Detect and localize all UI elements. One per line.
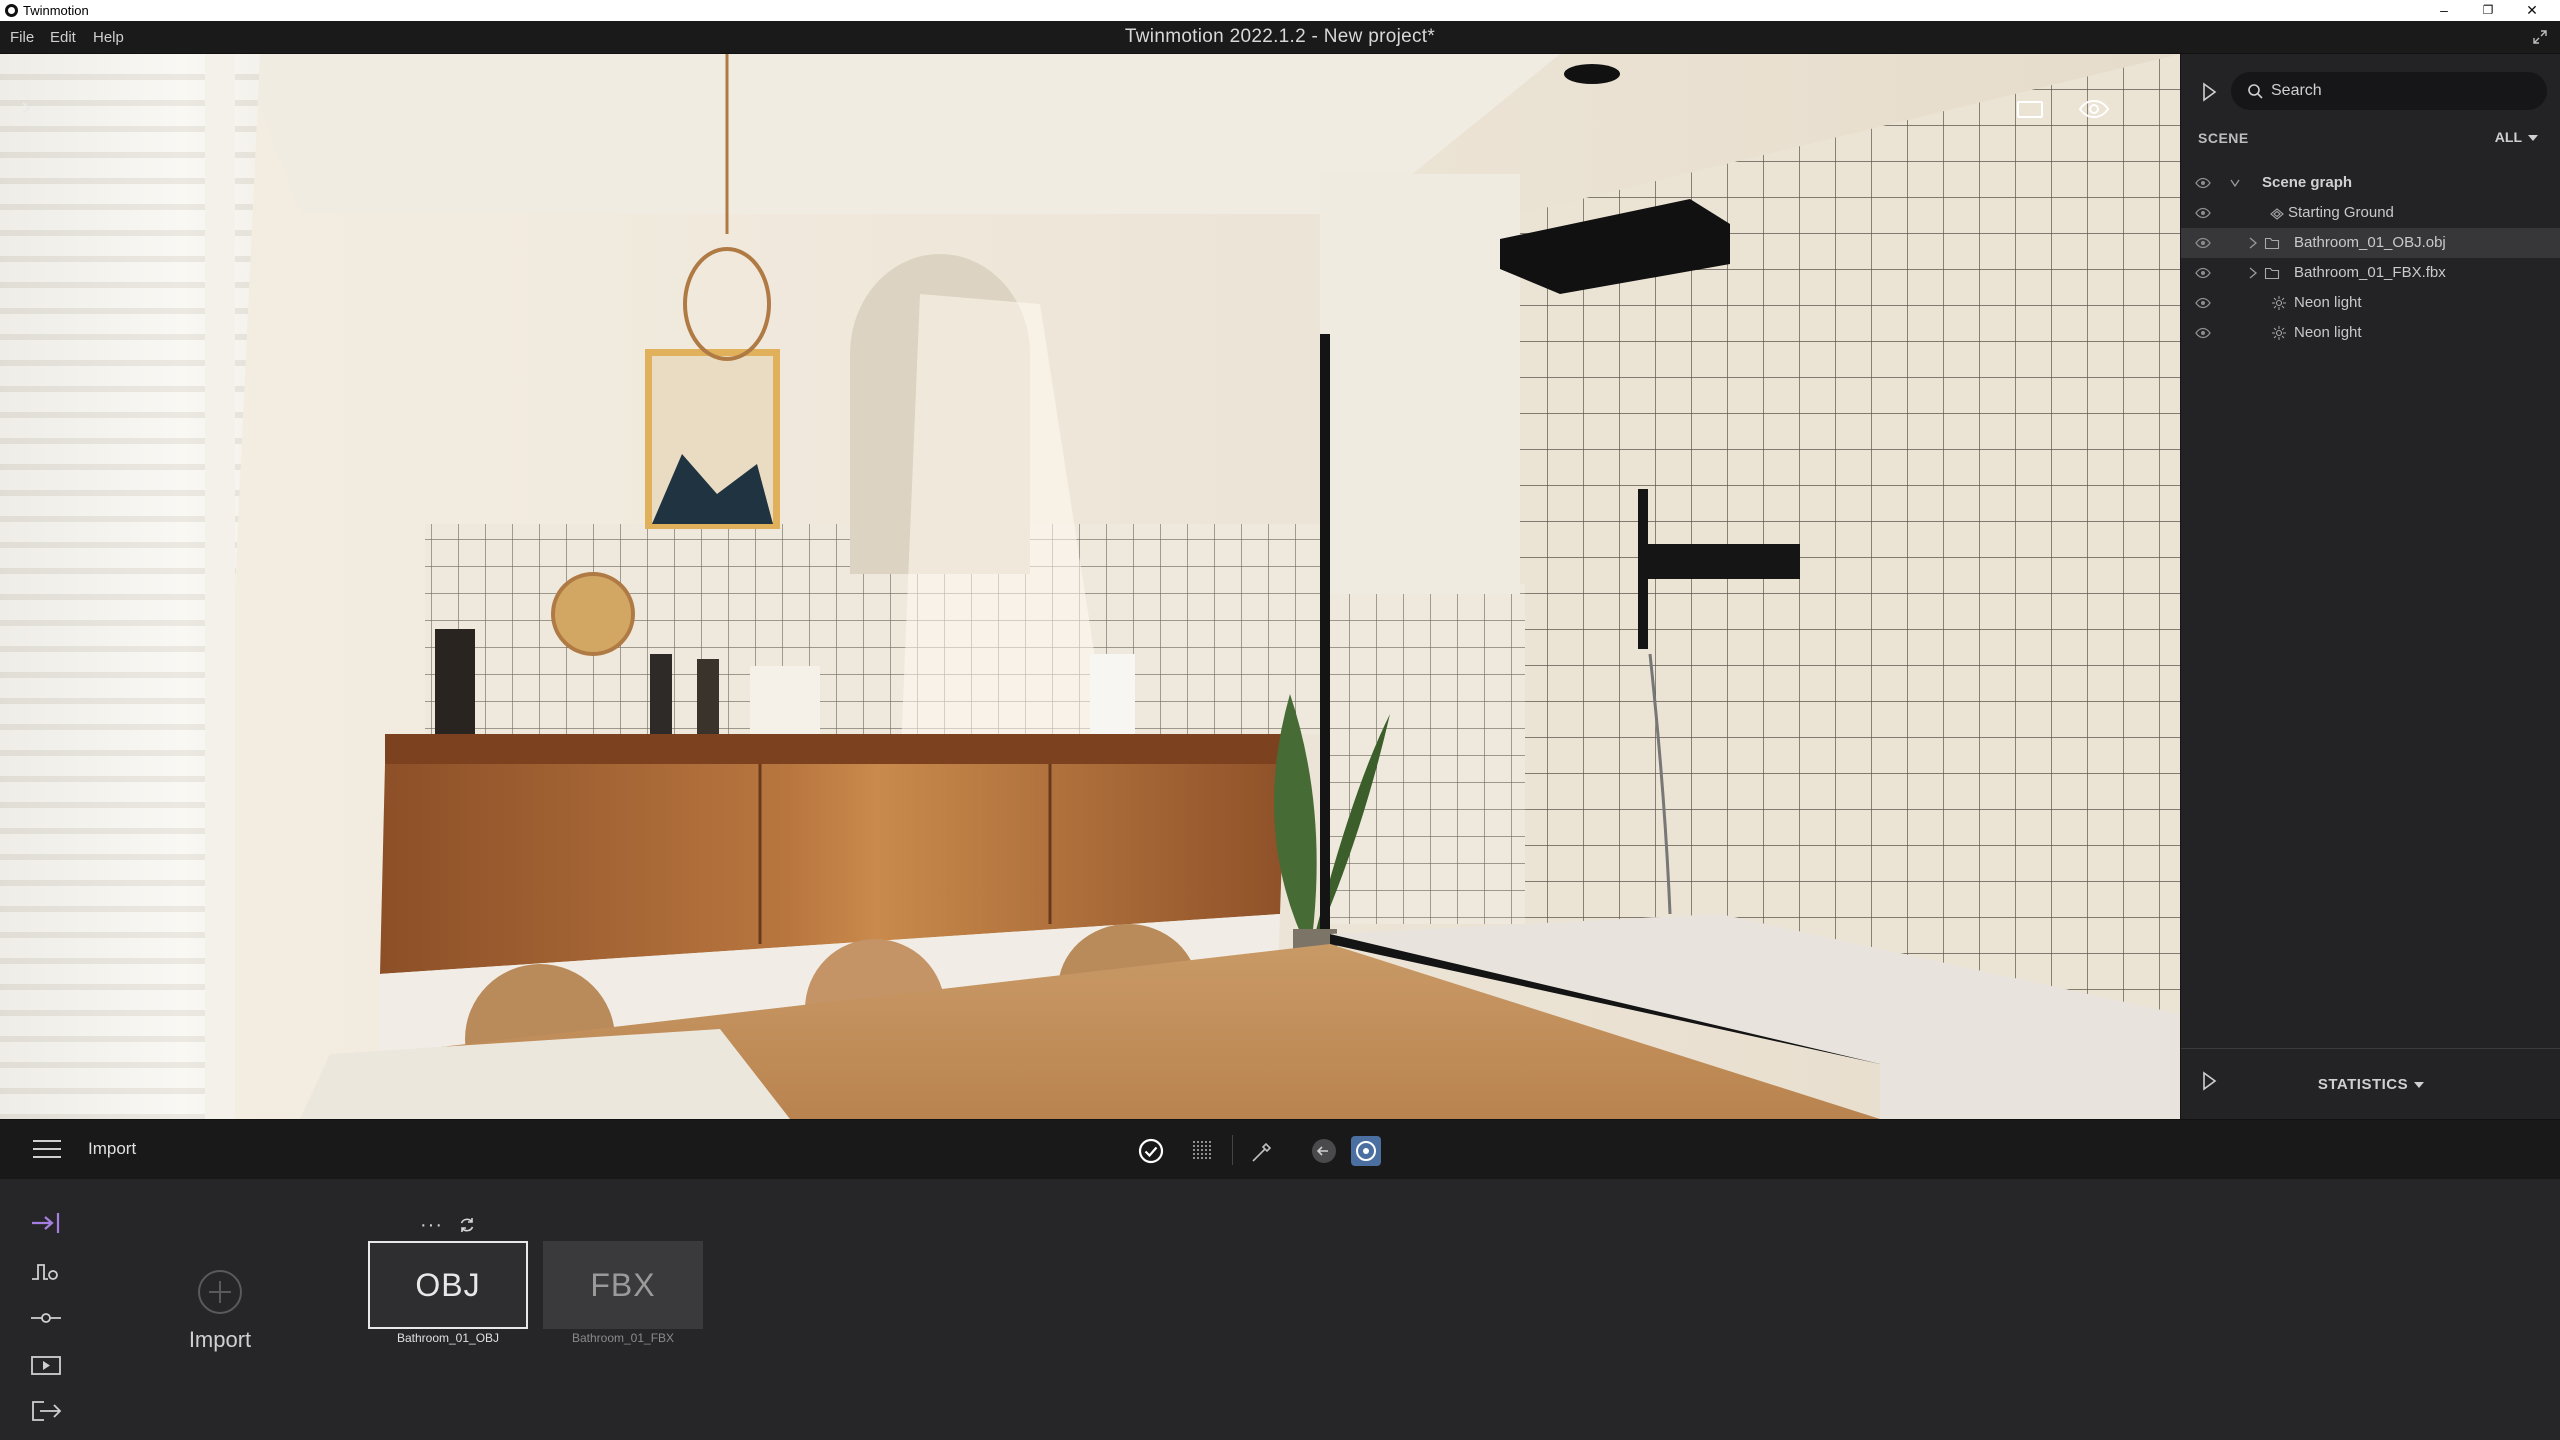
ground-icon — [2270, 208, 2284, 220]
bottom-toolbar: Import — [0, 1119, 2560, 1179]
folder-icon — [2264, 237, 2280, 250]
restore-button[interactable]: ❐ — [2466, 0, 2510, 21]
chevron-down-icon[interactable] — [2229, 176, 2241, 190]
tree-item-bathroom-fbx[interactable]: Bathroom_01_FBX.fbx — [2181, 258, 2560, 288]
settings-rail-icon[interactable] — [28, 1304, 64, 1332]
visibility-eye-icon[interactable] — [2194, 206, 2212, 220]
twinmotion-logo-icon — [5, 4, 18, 17]
media-rail-icon[interactable] — [28, 1351, 64, 1379]
light-icon — [2272, 296, 2286, 310]
expand-arrow-icon[interactable] — [18, 100, 34, 116]
chevron-right-icon[interactable] — [2247, 266, 2259, 280]
minimize-button[interactable]: – — [2422, 0, 2466, 21]
fullscreen-icon[interactable] — [2532, 29, 2548, 45]
caret-down-icon — [2528, 135, 2538, 142]
caret-down-icon — [2414, 1082, 2425, 1089]
statistics-dropdown[interactable]: STATISTICS — [2181, 1076, 2560, 1093]
asset-thumbnail[interactable]: FBX — [543, 1241, 703, 1329]
export-rail-icon[interactable] — [28, 1397, 64, 1425]
refresh-icon[interactable] — [458, 1216, 476, 1234]
eye-view-icon[interactable] — [2074, 92, 2114, 126]
asset-caption: Bathroom_01_FBX — [571, 1331, 675, 1345]
scene-filter-dropdown[interactable]: ALL — [2495, 129, 2538, 145]
search-icon — [2248, 84, 2263, 99]
scene-section-title: SCENE — [2198, 130, 2249, 146]
collapse-panel-icon[interactable] — [2199, 80, 2219, 104]
3d-viewport[interactable] — [0, 54, 2180, 1119]
import-label: Import — [188, 1327, 252, 1352]
visibility-eye-icon[interactable] — [2194, 266, 2212, 280]
rendered-bathroom-scene — [0, 54, 2180, 1119]
asset-tile-obj[interactable]: ··· OBJ Bathroom_01_OBJ — [368, 1211, 528, 1345]
tree-item-neon-light[interactable]: Neon light — [2181, 288, 2560, 318]
folder-icon — [2264, 267, 2280, 280]
import-button[interactable]: Import — [170, 1269, 270, 1359]
asset-caption: Bathroom_01_OBJ — [396, 1331, 500, 1345]
import-panel: Import ··· OBJ Bathroom_01_OBJ FBX Bathr… — [0, 1179, 2560, 1440]
scene-search[interactable] — [2231, 72, 2547, 110]
scene-panel: SCENE ALL Scene graph Starting Ground Ba… — [2180, 54, 2560, 1119]
tree-item-starting-ground[interactable]: Starting Ground — [2181, 198, 2560, 228]
toolbar-divider — [1232, 1135, 1233, 1165]
pipette-icon[interactable] — [1246, 1135, 1278, 1167]
tree-item-label: Neon light — [2294, 294, 2362, 311]
close-button[interactable]: ✕ — [2510, 0, 2554, 21]
tree-item-label: Starting Ground — [2288, 204, 2394, 221]
tree-item-label: Scene graph — [2262, 174, 2353, 191]
hamburger-menu-icon[interactable] — [33, 1140, 61, 1160]
menu-file[interactable]: File — [10, 29, 34, 46]
light-icon — [2272, 326, 2286, 340]
os-title-bar: Twinmotion – ❐ ✕ — [0, 0, 2560, 21]
tree-item-label: Neon light — [2294, 324, 2362, 341]
import-rail-icon[interactable] — [28, 1209, 64, 1237]
more-options-icon[interactable]: ··· — [420, 1214, 443, 1237]
menu-help[interactable]: Help — [93, 29, 124, 46]
checkmark-icon[interactable] — [1135, 1135, 1167, 1167]
visibility-eye-icon[interactable] — [2194, 296, 2212, 310]
add-circle-icon — [198, 1270, 242, 1314]
menu-edit[interactable]: Edit — [50, 29, 76, 46]
back-icon[interactable] — [1308, 1135, 1340, 1167]
statistics-label: STATISTICS — [2317, 1076, 2409, 1093]
tree-item-label: Bathroom_01_FBX.fbx — [2294, 264, 2446, 281]
os-app-name: Twinmotion — [23, 3, 89, 18]
panel-title: Import — [88, 1139, 137, 1158]
asset-thumbnail[interactable]: OBJ — [368, 1241, 528, 1329]
context-rail-icon[interactable] — [28, 1257, 64, 1285]
search-input[interactable] — [2271, 72, 2531, 110]
grid-icon[interactable] — [1186, 1135, 1218, 1167]
tree-item-bathroom-obj[interactable]: Bathroom_01_OBJ.obj — [2181, 228, 2560, 258]
tree-item-neon-light[interactable]: Neon light — [2181, 318, 2560, 348]
statistics-divider — [2181, 1048, 2560, 1049]
filter-label: ALL — [2494, 129, 2522, 145]
tree-item-label: Bathroom_01_OBJ.obj — [2294, 234, 2446, 251]
document-title: Twinmotion 2022.1.2 - New project* — [1124, 26, 1436, 47]
visibility-eye-icon[interactable] — [2194, 326, 2212, 340]
aspect-ratio-icon[interactable] — [2010, 92, 2050, 126]
chevron-right-icon[interactable] — [2247, 236, 2259, 250]
visibility-eye-icon[interactable] — [2194, 176, 2212, 190]
visibility-eye-icon[interactable] — [2194, 236, 2212, 250]
tree-item-scene-graph[interactable]: Scene graph — [2181, 168, 2560, 198]
orbit-icon[interactable] — [1350, 1135, 1382, 1167]
menu-bar: Twinmotion 2022.1.2 - New project* File … — [0, 21, 2560, 54]
asset-tile-fbx[interactable]: FBX Bathroom_01_FBX — [543, 1211, 703, 1345]
